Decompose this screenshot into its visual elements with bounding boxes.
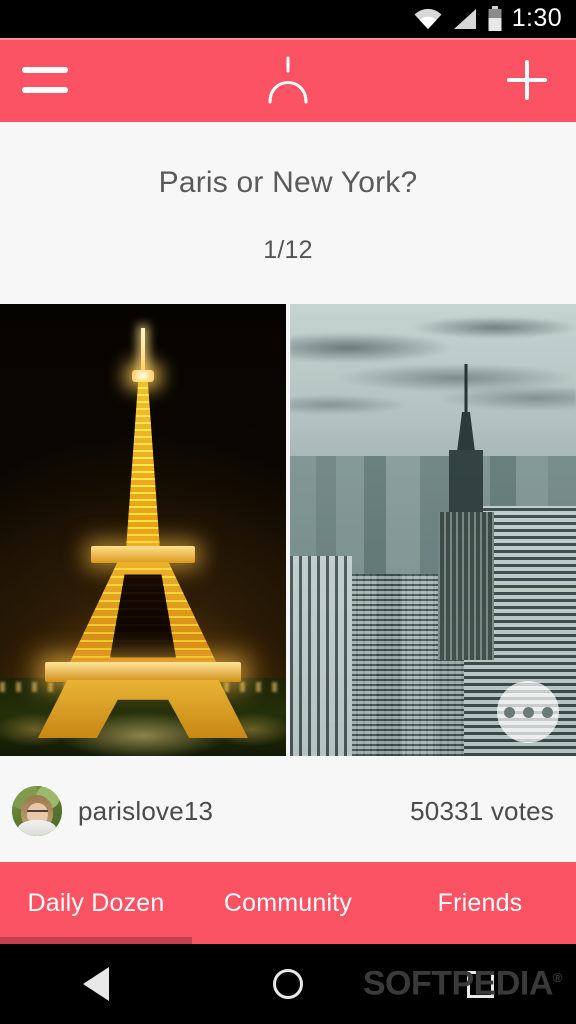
- vote-count: 50331 votes: [410, 795, 554, 826]
- choice-right-newyork[interactable]: [290, 304, 576, 756]
- status-bar: 1:30: [0, 0, 576, 38]
- battery-icon: [488, 6, 502, 31]
- android-navigation-bar: SOFTPEDIA®: [0, 944, 576, 1024]
- bottom-tab-bar: Daily Dozen Community Friends: [0, 862, 576, 944]
- nav-back-button[interactable]: [0, 967, 192, 1001]
- avatar: [12, 786, 62, 836]
- home-circle-icon: [273, 969, 303, 999]
- wifi-icon: [414, 8, 442, 29]
- tab-label: Daily Dozen: [27, 888, 165, 917]
- cellular-signal-icon: [453, 9, 476, 29]
- poll-counter: 1/12: [263, 236, 313, 264]
- menu-button[interactable]: [0, 67, 120, 93]
- poll-meta-bar: parislove13 50331 votes: [0, 760, 576, 862]
- more-options-button[interactable]: [497, 681, 559, 743]
- watermark: SOFTPEDIA®: [362, 964, 563, 1003]
- tab-community[interactable]: Community: [192, 862, 384, 944]
- more-options-icon: [522, 706, 534, 718]
- question-section: Paris or New York? 1/12: [0, 122, 576, 304]
- wishbone-logo-icon: [268, 56, 308, 104]
- author-username: parislove13: [78, 795, 214, 826]
- back-triangle-icon: [83, 967, 109, 1001]
- choices-container: [0, 304, 576, 756]
- choice-left-paris[interactable]: [0, 304, 286, 756]
- app-bar: [0, 38, 576, 122]
- hamburger-menu-icon: [22, 67, 68, 93]
- active-tab-indicator: [0, 937, 192, 944]
- more-options-icon: [503, 706, 515, 718]
- poll-question: Paris or New York?: [158, 166, 418, 199]
- nav-home-button[interactable]: [192, 969, 384, 999]
- tab-friends[interactable]: Friends: [384, 862, 576, 944]
- tab-daily-dozen[interactable]: Daily Dozen: [0, 862, 192, 944]
- phone-screen: 1:30 Paris or New York? 1/12 parislove13…: [0, 0, 576, 1024]
- tab-label: Community: [223, 888, 353, 917]
- plus-icon: [507, 60, 547, 100]
- status-bar-time: 1:30: [511, 3, 562, 32]
- more-options-icon: [541, 706, 553, 718]
- watermark-text: SOFTPEDIA: [362, 964, 554, 1003]
- tab-label: Friends: [437, 888, 523, 917]
- eiffel-tower-image: [38, 328, 248, 738]
- add-poll-button[interactable]: [456, 55, 576, 105]
- poll-author[interactable]: parislove13: [12, 786, 410, 836]
- app-logo: [120, 54, 456, 106]
